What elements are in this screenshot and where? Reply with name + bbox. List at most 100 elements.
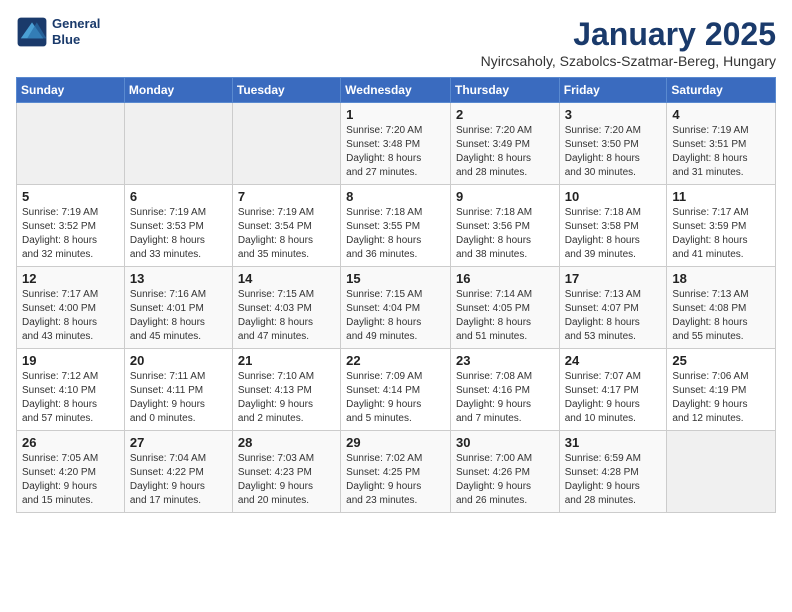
calendar-cell: 20 Sunrise: 7:11 AM Sunset: 4:11 PM Dayli… xyxy=(124,349,232,431)
page-header: General Blue January 2025 Nyircsaholy, S… xyxy=(16,16,776,69)
day-info: Sunrise: 7:15 AM Sunset: 4:04 PM Dayligh… xyxy=(346,288,445,344)
location-subtitle: Nyircsaholy, Szabolcs-Szatmar-Bereg, Hun… xyxy=(481,53,776,69)
day-number: 12 xyxy=(22,271,119,286)
day-number: 22 xyxy=(346,353,445,368)
calendar-cell: 8Sunrise: 7:18 AM Sunset: 3:55 PM Daylig… xyxy=(341,185,451,267)
day-info: Sunrise: 7:00 AM Sunset: 4:26 PM Dayligh… xyxy=(456,452,554,508)
calendar-cell: 6Sunrise: 7:19 AM Sunset: 3:53 PM Daylig… xyxy=(124,185,232,267)
day-info: Sunrise: 7:19 AM Sunset: 3:51 PM Dayligh… xyxy=(672,124,770,180)
day-number: 23 xyxy=(456,353,554,368)
day-number: 19 xyxy=(22,353,119,368)
day-number: 8 xyxy=(346,189,445,204)
day-info: Sunrise: 7:18 AM Sunset: 3:58 PM Dayligh… xyxy=(565,206,662,262)
day-number: 31 xyxy=(565,435,662,450)
day-number: 18 xyxy=(672,271,770,286)
day-info: Sunrise: 7:10 AM Sunset: 4:13 PM Dayligh… xyxy=(238,370,335,426)
calendar-cell: 11 Sunrise: 7:17 AM Sunset: 3:59 PM Dayli… xyxy=(667,185,776,267)
day-info: Sunrise: 7:07 AM Sunset: 4:17 PM Dayligh… xyxy=(565,370,662,426)
calendar-cell xyxy=(124,103,232,185)
day-info: Sunrise: 7:20 AM Sunset: 3:49 PM Dayligh… xyxy=(456,124,554,180)
calendar-cell: 12 Sunrise: 7:17 AM Sunset: 4:00 PM Dayli… xyxy=(17,267,125,349)
calendar-cell: 28 Sunrise: 7:03 AM Sunset: 4:23 PM Dayli… xyxy=(232,431,340,513)
day-info: Sunrise: 7:09 AM Sunset: 4:14 PM Dayligh… xyxy=(346,370,445,426)
day-info: Sunrise: 7:17 AM Sunset: 4:00 PM Dayligh… xyxy=(22,288,119,344)
calendar-cell: 31 Sunrise: 6:59 AM Sunset: 4:28 PM Dayli… xyxy=(559,431,667,513)
day-number: 21 xyxy=(238,353,335,368)
calendar-cell: 10 Sunrise: 7:18 AM Sunset: 3:58 PM Dayli… xyxy=(559,185,667,267)
calendar-cell: 29 Sunrise: 7:02 AM Sunset: 4:25 PM Dayli… xyxy=(341,431,451,513)
calendar-cell: 21 Sunrise: 7:10 AM Sunset: 4:13 PM Dayli… xyxy=(232,349,340,431)
logo-text: General Blue xyxy=(52,16,100,47)
day-info: Sunrise: 7:08 AM Sunset: 4:16 PM Dayligh… xyxy=(456,370,554,426)
calendar-cell: 14 Sunrise: 7:15 AM Sunset: 4:03 PM Dayli… xyxy=(232,267,340,349)
day-number: 29 xyxy=(346,435,445,450)
title-block: January 2025 Nyircsaholy, Szabolcs-Szatm… xyxy=(481,16,776,69)
calendar-cell: 15 Sunrise: 7:15 AM Sunset: 4:04 PM Dayli… xyxy=(341,267,451,349)
calendar-cell: 16 Sunrise: 7:14 AM Sunset: 4:05 PM Dayli… xyxy=(450,267,559,349)
month-title: January 2025 xyxy=(481,16,776,53)
weekday-header: Sunday xyxy=(17,78,125,103)
day-number: 26 xyxy=(22,435,119,450)
day-number: 27 xyxy=(130,435,227,450)
calendar-cell: 3Sunrise: 7:20 AM Sunset: 3:50 PM Daylig… xyxy=(559,103,667,185)
calendar-cell: 22 Sunrise: 7:09 AM Sunset: 4:14 PM Dayli… xyxy=(341,349,451,431)
calendar-cell: 17Sunrise: 7:13 AM Sunset: 4:07 PM Dayli… xyxy=(559,267,667,349)
day-info: Sunrise: 7:19 AM Sunset: 3:54 PM Dayligh… xyxy=(238,206,335,262)
calendar-cell: 9 Sunrise: 7:18 AM Sunset: 3:56 PM Daylig… xyxy=(450,185,559,267)
day-info: Sunrise: 7:15 AM Sunset: 4:03 PM Dayligh… xyxy=(238,288,335,344)
day-number: 15 xyxy=(346,271,445,286)
day-info: Sunrise: 7:11 AM Sunset: 4:11 PM Dayligh… xyxy=(130,370,227,426)
day-info: Sunrise: 7:13 AM Sunset: 4:08 PM Dayligh… xyxy=(672,288,770,344)
day-info: Sunrise: 7:02 AM Sunset: 4:25 PM Dayligh… xyxy=(346,452,445,508)
calendar-cell: 7 Sunrise: 7:19 AM Sunset: 3:54 PM Daylig… xyxy=(232,185,340,267)
calendar-cell: 25 Sunrise: 7:06 AM Sunset: 4:19 PM Dayli… xyxy=(667,349,776,431)
day-number: 25 xyxy=(672,353,770,368)
day-info: Sunrise: 7:03 AM Sunset: 4:23 PM Dayligh… xyxy=(238,452,335,508)
day-number: 17 xyxy=(565,271,662,286)
day-info: Sunrise: 7:16 AM Sunset: 4:01 PM Dayligh… xyxy=(130,288,227,344)
day-info: Sunrise: 7:19 AM Sunset: 3:53 PM Dayligh… xyxy=(130,206,227,262)
calendar-cell: 24Sunrise: 7:07 AM Sunset: 4:17 PM Dayli… xyxy=(559,349,667,431)
day-number: 7 xyxy=(238,189,335,204)
calendar-cell xyxy=(17,103,125,185)
day-info: Sunrise: 7:14 AM Sunset: 4:05 PM Dayligh… xyxy=(456,288,554,344)
calendar-cell: 19Sunrise: 7:12 AM Sunset: 4:10 PM Dayli… xyxy=(17,349,125,431)
day-number: 9 xyxy=(456,189,554,204)
calendar-cell: 4 Sunrise: 7:19 AM Sunset: 3:51 PM Daylig… xyxy=(667,103,776,185)
day-info: Sunrise: 7:19 AM Sunset: 3:52 PM Dayligh… xyxy=(22,206,119,262)
calendar-cell xyxy=(232,103,340,185)
weekday-header: Thursday xyxy=(450,78,559,103)
day-info: Sunrise: 7:04 AM Sunset: 4:22 PM Dayligh… xyxy=(130,452,227,508)
calendar-cell: 26 Sunrise: 7:05 AM Sunset: 4:20 PM Dayli… xyxy=(17,431,125,513)
day-number: 5 xyxy=(22,189,119,204)
logo: General Blue xyxy=(16,16,100,48)
day-info: Sunrise: 7:20 AM Sunset: 3:48 PM Dayligh… xyxy=(346,124,445,180)
calendar-cell: 23 Sunrise: 7:08 AM Sunset: 4:16 PM Dayli… xyxy=(450,349,559,431)
day-number: 14 xyxy=(238,271,335,286)
weekday-header: Monday xyxy=(124,78,232,103)
day-number: 28 xyxy=(238,435,335,450)
day-info: Sunrise: 7:05 AM Sunset: 4:20 PM Dayligh… xyxy=(22,452,119,508)
day-number: 10 xyxy=(565,189,662,204)
day-number: 16 xyxy=(456,271,554,286)
day-info: Sunrise: 7:17 AM Sunset: 3:59 PM Dayligh… xyxy=(672,206,770,262)
calendar-cell: 13Sunrise: 7:16 AM Sunset: 4:01 PM Dayli… xyxy=(124,267,232,349)
weekday-header: Friday xyxy=(559,78,667,103)
day-number: 20 xyxy=(130,353,227,368)
calendar-cell: 1 Sunrise: 7:20 AM Sunset: 3:48 PM Daylig… xyxy=(341,103,451,185)
day-number: 30 xyxy=(456,435,554,450)
calendar-cell: 18 Sunrise: 7:13 AM Sunset: 4:08 PM Dayli… xyxy=(667,267,776,349)
day-info: Sunrise: 7:18 AM Sunset: 3:56 PM Dayligh… xyxy=(456,206,554,262)
day-info: Sunrise: 7:20 AM Sunset: 3:50 PM Dayligh… xyxy=(565,124,662,180)
calendar-cell xyxy=(667,431,776,513)
weekday-header: Saturday xyxy=(667,78,776,103)
day-number: 11 xyxy=(672,189,770,204)
logo-icon xyxy=(16,16,48,48)
day-number: 1 xyxy=(346,107,445,122)
day-info: Sunrise: 6:59 AM Sunset: 4:28 PM Dayligh… xyxy=(565,452,662,508)
calendar-cell: 2Sunrise: 7:20 AM Sunset: 3:49 PM Daylig… xyxy=(450,103,559,185)
day-number: 4 xyxy=(672,107,770,122)
calendar-table: SundayMondayTuesdayWednesdayThursdayFrid… xyxy=(16,77,776,513)
day-info: Sunrise: 7:06 AM Sunset: 4:19 PM Dayligh… xyxy=(672,370,770,426)
calendar-cell: 30 Sunrise: 7:00 AM Sunset: 4:26 PM Dayli… xyxy=(450,431,559,513)
